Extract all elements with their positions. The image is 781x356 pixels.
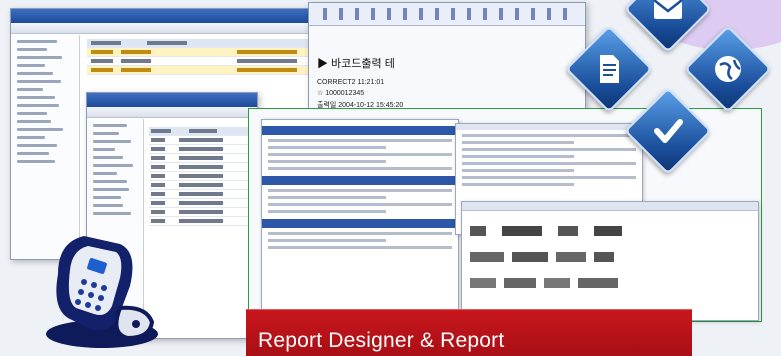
report-preview-page-left[interactable] [261, 119, 459, 311]
document-list-titlebar[interactable] [87, 93, 257, 107]
main-window-grid[interactable] [87, 39, 309, 75]
document-list-grid[interactable] [149, 127, 255, 226]
main-window-toolbar [11, 23, 311, 34]
barcode-label-grid [470, 226, 650, 288]
caption-banner: Report Designer & Report [246, 309, 692, 356]
mobile-phone-icon [28, 222, 168, 350]
main-window-titlebar[interactable] [11, 9, 311, 23]
caption-text: Report Designer & Report [258, 329, 505, 352]
document-list-toolbar [87, 107, 257, 118]
receipt-line: ☆ 1000012345 [317, 90, 365, 97]
receipt-line: ▶ 바코드출력 테 [317, 58, 395, 70]
barcode-ruler [309, 3, 585, 26]
barcode-print-window: ▶ 바코드출력 테 CORRECT2 11:21:01 ☆ 1000012345… [308, 2, 586, 120]
receipt-line: CORRECT2 11:21:01 [317, 79, 385, 86]
barcode-report-page[interactable] [461, 201, 759, 321]
receipt-text-block: ▶ 바코드출력 테 CORRECT2 11:21:01 ☆ 1000012345… [317, 55, 517, 110]
